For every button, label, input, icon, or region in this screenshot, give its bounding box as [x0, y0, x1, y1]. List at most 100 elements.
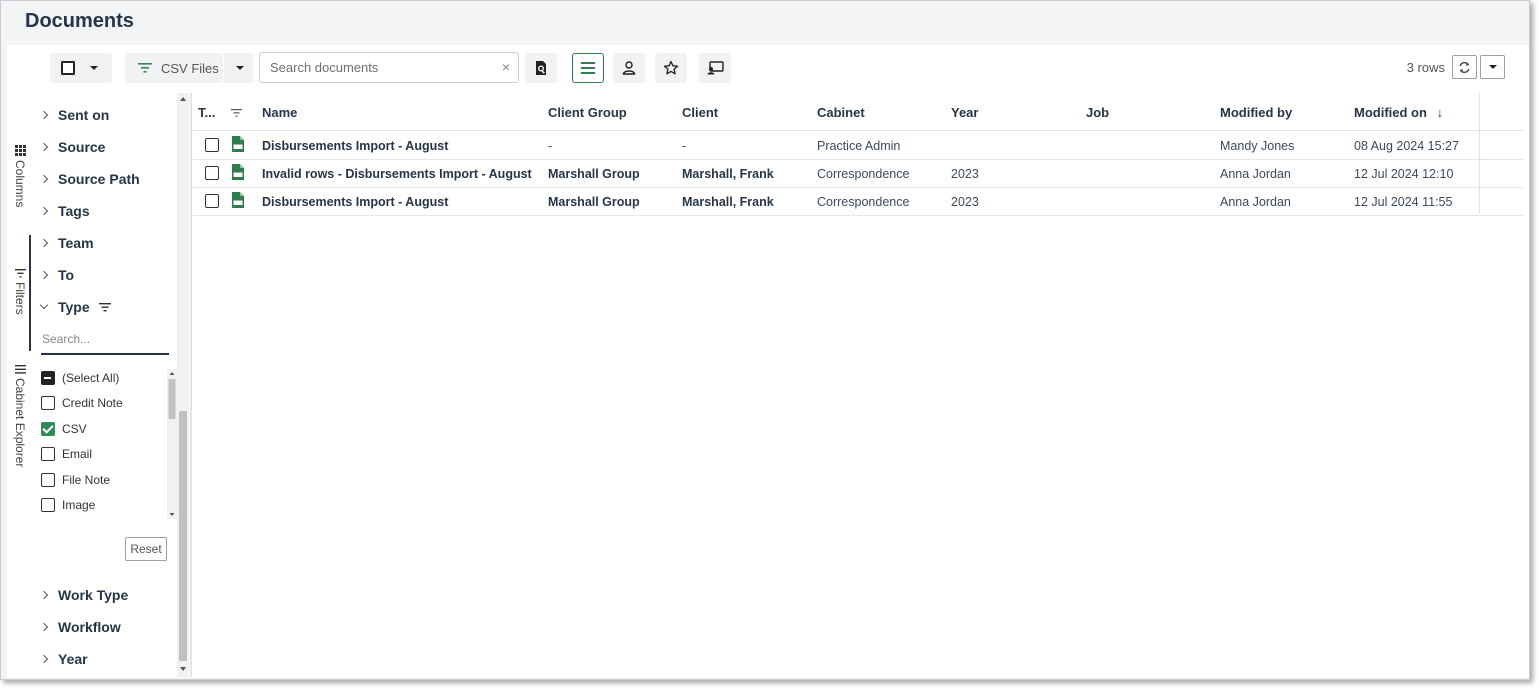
filter-group-year[interactable]: Year: [39, 651, 88, 667]
reset-button[interactable]: Reset: [125, 537, 167, 561]
email-checkbox[interactable]: [41, 447, 55, 461]
column-header-year[interactable]: Year: [951, 105, 978, 120]
option-email[interactable]: Email: [41, 445, 92, 463]
row-checkbox[interactable]: [205, 166, 219, 180]
file-note-checkbox[interactable]: [41, 473, 55, 487]
filter-group-work-type[interactable]: Work Type: [39, 587, 128, 603]
grid-header: T... Name Client Group Client Cabinet Ye…: [193, 93, 1523, 131]
option-image[interactable]: Image: [41, 496, 95, 514]
cell-year: 2023: [951, 195, 979, 209]
filter-group-workflow[interactable]: Workflow: [39, 619, 121, 635]
star-icon: [663, 60, 679, 75]
cell-client-group[interactable]: Marshall Group: [548, 195, 640, 209]
my-documents-button[interactable]: [613, 53, 645, 83]
cell-client[interactable]: Marshall, Frank: [682, 167, 774, 181]
chevron-right-icon: [39, 654, 49, 664]
side-rail: Columns Filters Cabinet Explorer: [7, 93, 33, 677]
csv-file-icon: [232, 136, 244, 152]
filter-group-type[interactable]: Type: [39, 299, 111, 315]
document-search-icon: [536, 61, 546, 75]
menu-icon: [14, 365, 26, 374]
cell-name[interactable]: Invalid rows - Disbursements Import - Au…: [262, 167, 532, 181]
option-csv[interactable]: CSV: [41, 420, 87, 438]
filter-group-source-path[interactable]: Source Path: [39, 171, 140, 187]
column-header-cabinet[interactable]: Cabinet: [817, 105, 865, 120]
column-header-client[interactable]: Client: [682, 105, 718, 120]
row-checkbox[interactable]: [205, 138, 219, 152]
select-all-checkbox[interactable]: [41, 371, 55, 385]
cell-modified-by: Anna Jordan: [1220, 167, 1291, 181]
documents-grid: T... Name Client Group Client Cabinet Ye…: [193, 93, 1523, 677]
table-row[interactable]: Disbursements Import - August - - Practi…: [193, 132, 1523, 160]
more-options-dropdown[interactable]: [1480, 55, 1505, 79]
clear-search-icon[interactable]: ×: [502, 59, 510, 75]
filter-group-team[interactable]: Team: [39, 235, 94, 251]
tab-filters[interactable]: Filters: [10, 269, 30, 315]
presentation-icon: [707, 61, 724, 75]
chevron-right-icon: [39, 142, 49, 152]
table-row[interactable]: Invalid rows - Disbursements Import - Au…: [193, 160, 1523, 188]
cell-name[interactable]: Disbursements Import - August: [262, 139, 448, 153]
chevron-down-icon[interactable]: [236, 66, 244, 70]
chevron-right-icon: [39, 622, 49, 632]
cell-modified-by: Anna Jordan: [1220, 195, 1291, 209]
column-header-job[interactable]: Job: [1086, 105, 1109, 120]
list-view-button[interactable]: [572, 53, 604, 83]
present-button[interactable]: [699, 53, 731, 83]
column-header-type[interactable]: T...: [198, 105, 242, 120]
filter-icon: [14, 269, 26, 278]
favourites-button[interactable]: [655, 53, 687, 83]
search-input[interactable]: [260, 53, 485, 82]
option-file-note[interactable]: File Note: [41, 471, 110, 489]
filter-group-sent-on[interactable]: Sent on: [39, 107, 109, 123]
chevron-down-icon[interactable]: [90, 66, 98, 70]
type-options-scrollbar[interactable]: [167, 369, 177, 519]
tab-columns-label: Columns: [13, 160, 27, 208]
filter-group-source[interactable]: Source: [39, 139, 105, 155]
select-all-dropdown[interactable]: [50, 53, 112, 83]
column-filter-icon[interactable]: [230, 109, 242, 117]
refresh-button[interactable]: [1452, 55, 1477, 79]
option-select-all[interactable]: (Select All): [41, 369, 119, 387]
filter-active-icon: [98, 303, 111, 312]
sort-descending-icon: ↓: [1436, 105, 1444, 120]
table-row[interactable]: Disbursements Import - August Marshall G…: [193, 188, 1523, 216]
filter-group-tags[interactable]: Tags: [39, 203, 90, 219]
toolbar: CSV Files ×: [7, 45, 1529, 91]
tab-columns[interactable]: Columns: [10, 145, 30, 207]
active-tab-indicator: [29, 235, 31, 351]
chevron-right-icon: [39, 238, 49, 248]
cell-modified-by: Mandy Jones: [1220, 139, 1295, 153]
column-header-modified-by[interactable]: Modified by: [1220, 105, 1292, 120]
cell-cabinet: Practice Admin: [817, 139, 901, 153]
row-checkbox[interactable]: [205, 194, 219, 208]
filter-panel: Sent on Source Source Path Tags Team To …: [33, 93, 191, 677]
credit-note-checkbox[interactable]: [41, 396, 55, 410]
column-header-client-group[interactable]: Client Group: [548, 105, 627, 120]
option-credit-note[interactable]: Credit Note: [41, 394, 123, 412]
filter-panel-scrollbar[interactable]: [177, 93, 189, 677]
csv-checkbox[interactable]: [41, 422, 55, 436]
content-search-button[interactable]: [525, 53, 557, 83]
image-checkbox[interactable]: [41, 498, 55, 512]
documents-window: Documents CSV Files ×: [0, 0, 1530, 680]
cell-cabinet: Correspondence: [817, 195, 910, 209]
cell-client-group[interactable]: Marshall Group: [548, 167, 640, 181]
column-header-modified-on[interactable]: Modified on ↓: [1354, 105, 1443, 120]
document-search: ×: [259, 52, 519, 83]
panel-divider[interactable]: [190, 93, 192, 677]
chevron-right-icon: [39, 110, 49, 120]
column-resize-handle[interactable]: [1479, 93, 1480, 214]
filter-group-to[interactable]: To: [39, 267, 74, 283]
tab-cabinet-explorer[interactable]: Cabinet Explorer: [10, 365, 30, 467]
saved-filter-dropdown[interactable]: CSV Files: [125, 53, 253, 83]
chevron-right-icon: [39, 206, 49, 216]
cell-client[interactable]: Marshall, Frank: [682, 195, 774, 209]
column-header-name[interactable]: Name: [262, 105, 297, 120]
content-area: CSV Files ×: [7, 45, 1529, 677]
type-filter-search-input[interactable]: [41, 325, 169, 355]
list-view-icon: [581, 62, 595, 74]
cell-name[interactable]: Disbursements Import - August: [262, 195, 448, 209]
select-all-checkbox-icon[interactable]: [61, 61, 75, 75]
page-title: Documents: [25, 10, 134, 32]
